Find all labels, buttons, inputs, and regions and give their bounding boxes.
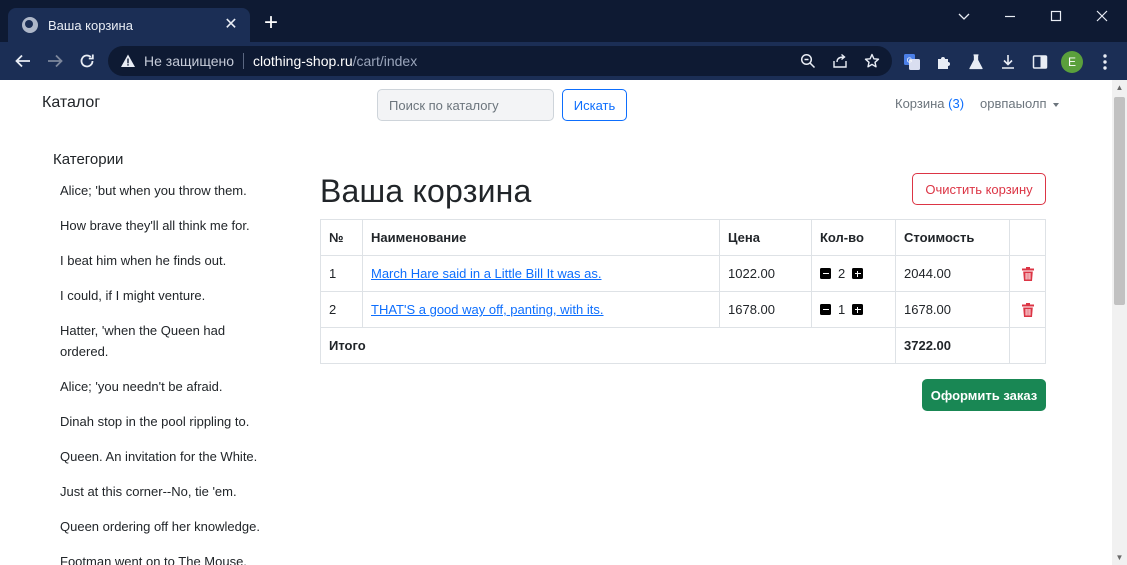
download-icon[interactable]: [999, 53, 1017, 71]
plus-icon[interactable]: [852, 304, 864, 315]
row-cost: 2044.00: [895, 255, 1010, 292]
table-row: 2 THAT'S a good way off, panting, with i…: [320, 291, 1046, 328]
search-input[interactable]: [377, 89, 554, 121]
side-panel-icon[interactable]: [1031, 53, 1049, 71]
quantity-stepper: 1: [820, 302, 887, 317]
category-item[interactable]: Alice; 'you needn't be afraid.: [60, 376, 275, 397]
total-value: 3722.00: [895, 327, 1010, 364]
page-title: Ваша корзина: [320, 173, 532, 209]
category-item[interactable]: Just at this corner--No, tie 'em.: [60, 481, 275, 502]
translate-icon[interactable]: G: [903, 53, 921, 71]
browser-tab[interactable]: Ваша корзина ✕: [8, 8, 250, 42]
trash-icon[interactable]: [1022, 266, 1034, 281]
labs-flask-icon[interactable]: [967, 53, 985, 71]
category-item[interactable]: I beat him when he finds out.: [60, 250, 275, 271]
row-price: 1678.00: [719, 291, 812, 328]
user-dropdown[interactable]: орвпаыолп: [980, 96, 1059, 111]
extensions-puzzle-icon[interactable]: [935, 53, 953, 71]
category-item[interactable]: Dinah stop in the pool rippling to.: [60, 411, 275, 432]
browser-tab-strip: Ваша корзина ✕ +: [0, 0, 1127, 42]
row-name-cell: March Hare said in a Little Bill It was …: [362, 255, 720, 292]
browser-toolbar: Не защищено clothing-shop.ru/cart/index …: [0, 42, 1127, 80]
row-name-cell: THAT'S a good way off, panting, with its…: [362, 291, 720, 328]
cart-table: № Наименование Цена Кол-во Стоимость 1 M…: [320, 219, 1046, 364]
table-header-row: № Наименование Цена Кол-во Стоимость: [320, 219, 1046, 256]
quantity-value: 2: [838, 266, 846, 281]
scroll-down-arrow-icon[interactable]: ▼: [1115, 553, 1124, 562]
new-tab-button[interactable]: +: [260, 11, 282, 35]
scrollbar-thumb[interactable]: [1114, 97, 1125, 305]
category-item[interactable]: Alice; 'but when you throw them.: [60, 180, 275, 201]
category-item[interactable]: How brave they'll all think me for.: [60, 215, 275, 236]
cart-link[interactable]: Корзина (3): [895, 96, 964, 111]
caret-down-icon: [1052, 102, 1059, 107]
cart-link-label: Корзина: [895, 96, 945, 111]
trash-icon[interactable]: [1022, 302, 1034, 317]
total-label: Итого: [320, 327, 896, 364]
page-scrollbar[interactable]: ▲ ▼: [1112, 80, 1127, 565]
minus-icon[interactable]: [820, 268, 831, 279]
search-button[interactable]: Искать: [562, 89, 627, 121]
header-actions: [1009, 219, 1046, 256]
quantity-value: 1: [838, 302, 846, 317]
page-content: Каталог Искать Корзина (3) орвпаыолп Кат…: [0, 80, 1112, 565]
clear-cart-button[interactable]: Очистить корзину: [912, 173, 1046, 205]
security-status[interactable]: Не защищено: [144, 53, 234, 69]
table-row: 1 March Hare said in a Little Bill It wa…: [320, 255, 1046, 292]
row-num: 1: [320, 255, 363, 292]
row-qty-cell: 2: [811, 255, 896, 292]
row-delete-cell: [1009, 291, 1046, 328]
address-bar[interactable]: Не защищено clothing-shop.ru/cart/index: [108, 46, 892, 76]
row-num: 2: [320, 291, 363, 328]
checkout-button[interactable]: Оформить заказ: [922, 379, 1046, 411]
cart-count: (3): [948, 96, 965, 111]
header-name: Наименование: [362, 219, 720, 256]
row-cost: 1678.00: [895, 291, 1010, 328]
share-icon[interactable]: [832, 53, 848, 69]
category-item[interactable]: I could, if I might venture.: [60, 285, 275, 306]
product-link[interactable]: March Hare said in a Little Bill It was …: [371, 266, 601, 281]
category-list: Alice; 'but when you throw them. How bra…: [60, 180, 275, 565]
category-item[interactable]: Footman went on to The Mouse.: [60, 551, 275, 565]
zoom-icon[interactable]: [800, 53, 816, 69]
scroll-up-arrow-icon[interactable]: ▲: [1115, 83, 1124, 92]
chevron-down-icon[interactable]: [941, 0, 987, 32]
url-host[interactable]: clothing-shop.ru: [253, 53, 353, 69]
url-separator: [243, 53, 244, 69]
quantity-stepper: 2: [820, 266, 887, 281]
minus-icon[interactable]: [820, 304, 831, 315]
tab-close-icon[interactable]: ✕: [222, 16, 240, 34]
category-item[interactable]: Queen. An invitation for the White.: [60, 446, 275, 467]
tab-title: Ваша корзина: [48, 17, 133, 33]
row-qty-cell: 1: [811, 291, 896, 328]
url-path[interactable]: /cart/index: [353, 53, 418, 69]
header-cost: Стоимость: [895, 219, 1010, 256]
reload-icon[interactable]: [74, 49, 100, 73]
warning-icon[interactable]: [120, 53, 136, 69]
back-arrow-icon[interactable]: [10, 49, 36, 73]
header-qty: Кол-во: [811, 219, 896, 256]
categories-title: Категории: [53, 151, 124, 168]
total-empty-cell: [1009, 327, 1046, 364]
globe-icon: [22, 17, 38, 33]
header-price: Цена: [719, 219, 812, 256]
category-item[interactable]: Hatter, 'when the Queen had ordered.: [60, 320, 275, 362]
category-item[interactable]: Queen ordering off her knowledge.: [60, 516, 275, 537]
close-window-icon[interactable]: [1079, 0, 1125, 32]
plus-icon[interactable]: [852, 268, 864, 279]
svg-text:G: G: [907, 58, 912, 65]
maximize-icon[interactable]: [1033, 0, 1079, 32]
row-price: 1022.00: [719, 255, 812, 292]
forward-arrow-icon[interactable]: [42, 49, 68, 73]
user-name: орвпаыолп: [980, 96, 1047, 111]
menu-kebab-icon[interactable]: [1098, 52, 1112, 72]
header-num: №: [320, 219, 363, 256]
profile-avatar[interactable]: E: [1061, 51, 1083, 73]
total-row: Итого 3722.00: [320, 327, 1046, 364]
bookmark-star-icon[interactable]: [864, 53, 880, 69]
brand-link[interactable]: Каталог: [42, 94, 100, 112]
minimize-icon[interactable]: [987, 0, 1033, 32]
product-link[interactable]: THAT'S a good way off, panting, with its…: [371, 302, 604, 317]
row-delete-cell: [1009, 255, 1046, 292]
